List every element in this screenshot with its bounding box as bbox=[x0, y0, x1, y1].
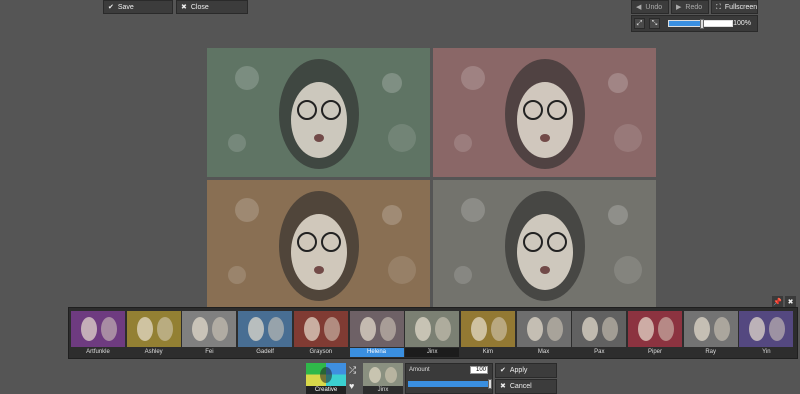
filter-thumb-pax[interactable]: Pax bbox=[572, 311, 627, 357]
apply-label: Apply bbox=[509, 367, 528, 374]
current-filter-thumb[interactable]: Jinx bbox=[363, 363, 403, 394]
filter-thumb-image bbox=[628, 311, 682, 347]
filter-thumb-label: Kim bbox=[460, 348, 515, 357]
filter-thumb-label: Helena bbox=[349, 348, 404, 357]
cancel-button[interactable]: ✖ Cancel bbox=[495, 379, 557, 394]
current-filter-label: Jinx bbox=[363, 386, 403, 394]
filter-thumb-label: Piper bbox=[628, 348, 682, 357]
close-button[interactable]: ✖ Close bbox=[176, 0, 248, 14]
filter-thumb-label: Pax bbox=[572, 348, 627, 357]
close-icon[interactable]: ✖ bbox=[785, 296, 796, 307]
close-icon: ✖ bbox=[500, 383, 506, 390]
filter-thumb-kim[interactable]: Kim bbox=[460, 311, 515, 357]
fullscreen-icon: ⛶ bbox=[716, 3, 721, 11]
filter-thumb-jinx[interactable]: Jinx bbox=[405, 311, 460, 357]
filter-thumb-label: Artfunkle bbox=[71, 348, 125, 357]
fullscreen-label: Fullscreen bbox=[724, 3, 758, 11]
filter-thumb-image bbox=[460, 311, 515, 347]
undo-label: Undo bbox=[645, 3, 663, 11]
filter-thumb-label: Max bbox=[516, 348, 571, 357]
category-thumb[interactable]: Creative bbox=[306, 363, 346, 394]
strip-controls: 📌 ✖ bbox=[772, 296, 796, 307]
zoom-slider-handle[interactable] bbox=[699, 19, 704, 29]
check-icon: ✔ bbox=[500, 367, 506, 374]
filter-thumb-label: Grayson bbox=[293, 348, 348, 357]
zoom-fit-icon[interactable]: ⤢ bbox=[634, 18, 645, 29]
filter-thumb-image bbox=[572, 311, 627, 347]
amount-slider[interactable] bbox=[408, 379, 492, 389]
preview-grid bbox=[207, 48, 657, 310]
filter-thumb-helena[interactable]: Helena bbox=[349, 311, 404, 357]
filter-thumb-label: Yin bbox=[739, 348, 794, 357]
preview-image[interactable] bbox=[207, 180, 430, 309]
save-button[interactable]: ✔ Save bbox=[103, 0, 173, 14]
filter-thumb-gadelf[interactable]: Gadelf bbox=[238, 311, 293, 357]
category-image bbox=[306, 363, 346, 386]
zoom-slider[interactable] bbox=[668, 19, 733, 29]
heart-icon[interactable]: ♥ bbox=[349, 381, 354, 391]
amount-label: Amount bbox=[409, 367, 430, 373]
redo-label: Redo bbox=[685, 3, 703, 11]
filter-thumb-artfunkle[interactable]: Artfunkle bbox=[71, 311, 125, 357]
undo-button[interactable]: ◀ Undo bbox=[631, 0, 669, 14]
amount-input[interactable]: 100 bbox=[470, 366, 488, 374]
save-label: Save bbox=[117, 3, 134, 11]
cancel-label: Cancel bbox=[509, 383, 532, 390]
apply-button[interactable]: ✔ Apply bbox=[495, 363, 557, 378]
filter-thumb-fei[interactable]: Fei bbox=[182, 311, 237, 357]
filter-thumb-image bbox=[238, 311, 293, 347]
amount-slider-fill bbox=[408, 381, 492, 387]
filter-thumb-ray[interactable]: Ray bbox=[683, 311, 738, 357]
zoom-bar: ⤢ ⤡ 100% bbox=[631, 15, 758, 32]
close-label: Close bbox=[190, 3, 209, 11]
filter-thumb-grayson[interactable]: Grayson bbox=[293, 311, 348, 357]
filter-thumb-image bbox=[182, 311, 237, 347]
filter-thumb-label: Ashley bbox=[126, 348, 181, 357]
undo-icon: ◀ bbox=[636, 3, 642, 11]
check-icon: ✔ bbox=[108, 3, 114, 11]
filter-thumb-image bbox=[71, 311, 125, 347]
preview-image[interactable] bbox=[433, 180, 656, 309]
filter-thumb-label: Ray bbox=[683, 348, 738, 357]
redo-icon: ▶ bbox=[676, 3, 682, 11]
filter-thumb-image bbox=[126, 311, 181, 347]
filter-thumb-label: Gadelf bbox=[238, 348, 293, 357]
filter-strip: Artfunkle Ashley Fei Gadelf Grayson Helena Jin… bbox=[68, 307, 798, 359]
amount-slider-handle[interactable] bbox=[488, 379, 492, 389]
fullscreen-button[interactable]: ⛶ Fullscreen bbox=[711, 0, 758, 14]
redo-button[interactable]: ▶ Redo bbox=[671, 0, 709, 14]
filter-thumb-piper[interactable]: Piper bbox=[628, 311, 682, 357]
filter-thumb-image bbox=[683, 311, 738, 347]
zoom-actual-icon[interactable]: ⤡ bbox=[649, 18, 660, 29]
pin-icon[interactable]: 📌 bbox=[772, 296, 783, 307]
filter-thumb-image bbox=[739, 311, 794, 347]
filter-thumb-image bbox=[349, 311, 404, 347]
filter-thumb-ashley[interactable]: Ashley bbox=[126, 311, 181, 357]
filter-thumb-label: Jinx bbox=[405, 348, 460, 357]
zoom-value: 100% bbox=[733, 20, 751, 27]
filter-thumb-image bbox=[405, 311, 460, 347]
current-filter-image bbox=[363, 363, 403, 386]
category-label: Creative bbox=[306, 386, 346, 394]
close-icon: ✖ bbox=[181, 3, 187, 11]
filter-thumb-image bbox=[516, 311, 571, 347]
filter-thumb-label: Fei bbox=[182, 348, 237, 357]
amount-panel: Amount 100 bbox=[405, 363, 493, 394]
filter-thumb-yin[interactable]: Yin bbox=[739, 311, 794, 357]
zoom-slider-fill bbox=[669, 21, 702, 26]
preview-image[interactable] bbox=[433, 48, 656, 177]
preview-image[interactable] bbox=[207, 48, 430, 177]
filter-thumb-max[interactable]: Max bbox=[516, 311, 571, 357]
shuffle-icon[interactable]: ⤮ bbox=[349, 365, 356, 376]
filter-thumb-image bbox=[293, 311, 348, 347]
